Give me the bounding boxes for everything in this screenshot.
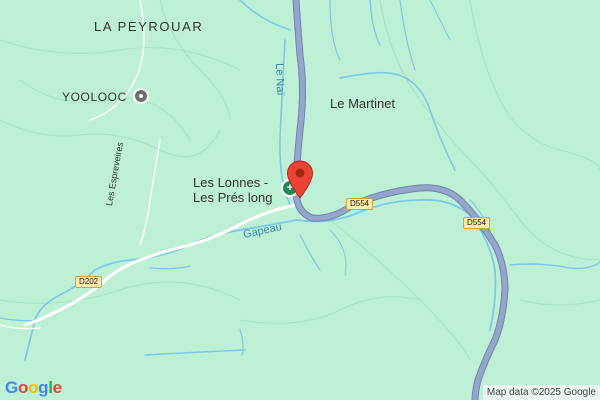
google-logo[interactable]: Google bbox=[5, 378, 62, 398]
map-attribution[interactable]: Map data ©2025 Google bbox=[482, 385, 600, 400]
place-label-la-peyrouar: LA PEYROUAR bbox=[94, 19, 204, 34]
poi-pin-icon[interactable] bbox=[133, 88, 149, 104]
road-shield-d554: D554 bbox=[346, 198, 374, 210]
road-shield-d202: D202 bbox=[75, 276, 103, 288]
place-label-le-martinet: Le Martinet bbox=[330, 96, 396, 111]
map-view[interactable]: LA PEYROUAR YOOLOOC Le Martinet Les Lonn… bbox=[0, 0, 600, 400]
poi-label-yoolooc[interactable]: YOOLOOC bbox=[62, 91, 127, 103]
logo-letter: G bbox=[5, 378, 18, 397]
place-label-les-lonnes-line2: Les Prés long bbox=[193, 190, 273, 205]
place-label-les-lonnes-line1: Les Lonnes - bbox=[193, 175, 269, 190]
logo-letter: e bbox=[52, 378, 62, 397]
water-label-le-nai: Le Naï bbox=[273, 62, 287, 96]
map-pin-icon bbox=[286, 160, 314, 199]
logo-letter: g bbox=[38, 378, 49, 397]
logo-letter: o bbox=[17, 378, 29, 397]
logo-letter: o bbox=[28, 378, 39, 397]
location-marker[interactable] bbox=[286, 160, 314, 205]
road-shield-d554-east: D554 bbox=[463, 217, 491, 229]
